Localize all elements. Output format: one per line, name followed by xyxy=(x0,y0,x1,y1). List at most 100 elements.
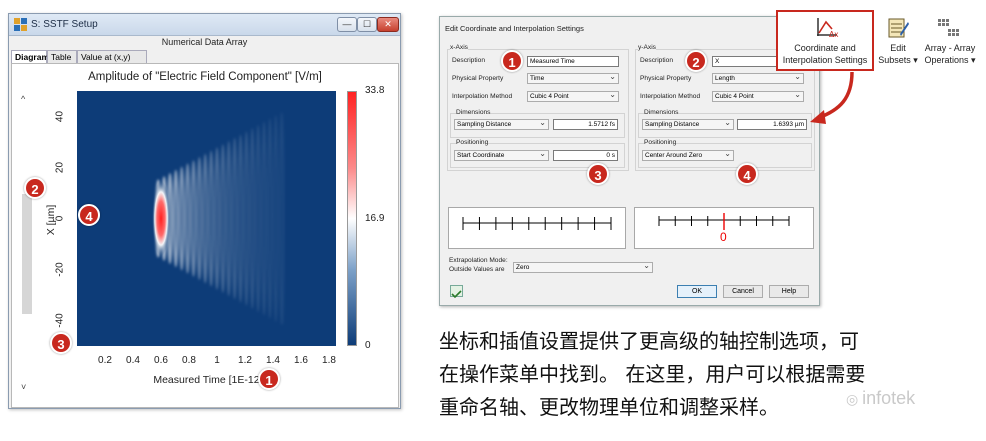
x-tick-label: 0.6 xyxy=(154,355,168,366)
x-tick-label: 1 xyxy=(214,355,220,366)
tab-table[interactable]: Table xyxy=(47,50,77,63)
x-interpolation-label: Interpolation Method xyxy=(452,93,513,100)
coord-ribbon-line1: Coordinate and xyxy=(794,43,856,53)
marker-2-dialog: 2 xyxy=(685,50,707,72)
x-positioning-input[interactable]: 0 s xyxy=(553,150,618,161)
x-tick-label: 0.2 xyxy=(98,355,112,366)
heatmap-plot[interactable] xyxy=(77,91,336,346)
tab-value-at-xy[interactable]: Value at (x,y) xyxy=(77,50,147,63)
array-ribbon-line1: Array - Array xyxy=(924,43,976,53)
help-button[interactable]: Help xyxy=(769,285,809,298)
x-tick-label: 1.4 xyxy=(266,355,280,366)
maximize-button[interactable]: ☐ xyxy=(357,17,377,32)
y-tick-label: -20 xyxy=(54,261,66,277)
extrapolation-label-1: Extrapolation Mode: xyxy=(449,257,508,264)
x-sampling-input[interactable]: 1.5712 fs xyxy=(553,119,618,130)
y-positioning-label: Positioning xyxy=(644,139,677,146)
wechat-icon: ◎ xyxy=(846,391,863,407)
colorbar-label: 16.9 xyxy=(365,212,385,224)
array-operations-icon xyxy=(938,19,959,36)
caption-text: 坐标和插值设置提供了更高级的轴控制选项，可 在操作菜单中找到。 在这里，用户可以… xyxy=(439,325,979,424)
y-description-label: Description xyxy=(640,57,673,64)
x-tick-label: 0.4 xyxy=(126,355,140,366)
x-tick-label: 0.8 xyxy=(182,355,196,366)
pulse-peak xyxy=(152,180,170,257)
x-tick-label: 1.8 xyxy=(322,355,336,366)
ok-button[interactable]: OK xyxy=(677,285,717,298)
svg-text:Δx: Δx xyxy=(829,30,838,38)
curved-arrow-icon xyxy=(810,71,854,124)
x-dimensions-label: Dimensions xyxy=(456,109,491,116)
y-physical-property-label: Physical Property xyxy=(640,75,692,82)
y-axis-header: y-Axis xyxy=(638,44,656,51)
marker-1: 1 xyxy=(258,368,280,390)
app-icon xyxy=(14,18,27,31)
edit-coordinate-dialog: Edit Coordinate and Interpolation Settin… xyxy=(439,16,820,306)
y-sampling-input[interactable]: 1.6393 µm xyxy=(737,119,807,130)
marker-3: 3 xyxy=(50,332,72,354)
y-preview-zero-label: 0 xyxy=(720,230,727,244)
array-header: Numerical Data Array xyxy=(161,37,248,47)
close-button[interactable]: ✕ xyxy=(377,17,399,32)
scroll-down-icon[interactable]: ˅ xyxy=(21,382,26,392)
coordinate-settings-icon: Δx xyxy=(817,18,838,38)
marker-3-dialog: 3 xyxy=(587,163,609,185)
y-tick-label: -40 xyxy=(54,312,66,328)
y-positioning-select[interactable]: Center Around Zero xyxy=(642,149,734,161)
colorbar xyxy=(347,91,357,346)
x-description-input[interactable]: Measured Time xyxy=(527,56,619,67)
sstf-setup-window: S: SSTF Setup — ☐ ✕ Numerical Data Array… xyxy=(8,13,401,409)
chart-title: Amplitude of "Electric Field Component" … xyxy=(88,71,322,83)
caption-line-1: 坐标和插值设置提供了更高级的轴控制选项，可 xyxy=(439,329,859,353)
vertical-scrollbar[interactable] xyxy=(22,194,32,314)
watermark: ◎ infotek xyxy=(846,388,915,409)
x-tick-label: 1.6 xyxy=(294,355,308,366)
x-axis-preview-ruler xyxy=(462,217,612,230)
colorbar-label: 33.8 xyxy=(365,85,385,96)
window-titlebar: S: SSTF Setup — ☐ ✕ xyxy=(9,14,400,36)
apply-icon[interactable] xyxy=(450,285,463,299)
marker-4: 4 xyxy=(78,204,100,226)
marker-4-dialog: 4 xyxy=(736,163,758,185)
x-physical-property-label: Physical Property xyxy=(452,75,504,82)
edit-ribbon-line1: Edit xyxy=(890,43,906,53)
dialog-title: Edit Coordinate and Interpolation Settin… xyxy=(445,24,584,33)
cancel-button[interactable]: Cancel xyxy=(723,285,763,298)
y-tick-label: 40 xyxy=(54,110,66,122)
y-axis-preview: 0 xyxy=(634,207,814,249)
x-physical-property-select[interactable]: Time xyxy=(527,72,619,84)
coord-ribbon-line2: Interpolation Settings xyxy=(782,55,868,65)
diagram-panel: Amplitude of "Electric Field Component" … xyxy=(11,63,399,408)
edit-subsets-ribbon-button[interactable]: Edit Subsets ▾ xyxy=(876,12,920,70)
y-interpolation-label: Interpolation Method xyxy=(640,93,701,100)
y-interpolation-select[interactable]: Cubic 4 Point xyxy=(712,90,804,102)
x-description-label: Description xyxy=(452,57,485,64)
coordinate-interpolation-ribbon-button[interactable]: Δx Coordinate and Interpolation Settings xyxy=(776,10,874,71)
x-positioning-select[interactable]: Start Coordinate xyxy=(454,149,549,161)
x-sampling-select[interactable]: Sampling Distance xyxy=(454,118,549,130)
extrapolation-label-2: Outside Values are xyxy=(449,266,505,273)
tab-diagram[interactable]: Diagram xyxy=(11,50,49,63)
y-dimensions-label: Dimensions xyxy=(644,109,679,116)
edit-subsets-icon xyxy=(888,18,909,38)
y-tick-label: 0 xyxy=(54,215,66,221)
y-sampling-select[interactable]: Sampling Distance xyxy=(642,118,734,130)
x-tick-label: 1.2 xyxy=(238,355,252,366)
x-axis-preview xyxy=(448,207,626,249)
x-interpolation-select[interactable]: Cubic 4 Point xyxy=(527,90,619,102)
extrapolation-select[interactable]: Zero xyxy=(513,261,653,273)
scroll-up-icon[interactable]: ^ xyxy=(21,94,25,104)
y-tick-label: 20 xyxy=(54,161,66,173)
minimize-button[interactable]: — xyxy=(337,17,357,32)
window-title: S: SSTF Setup xyxy=(31,19,98,30)
watermark-text: infotek xyxy=(862,388,916,408)
marker-1-dialog: 1 xyxy=(501,50,523,72)
colorbar-label: 0 xyxy=(365,340,371,351)
x-positioning-label: Positioning xyxy=(456,139,489,146)
array-operations-ribbon-button[interactable]: Array - Array Operations ▾ xyxy=(920,12,980,70)
x-axis-header: x-Axis xyxy=(450,44,468,51)
caption-line-2: 在操作菜单中找到。 在这里，用户可以根据需要 xyxy=(439,362,866,386)
y-physical-property-select[interactable]: Length xyxy=(712,72,804,84)
edit-ribbon-line2: Subsets ▾ xyxy=(878,55,918,65)
marker-2: 2 xyxy=(24,177,46,199)
